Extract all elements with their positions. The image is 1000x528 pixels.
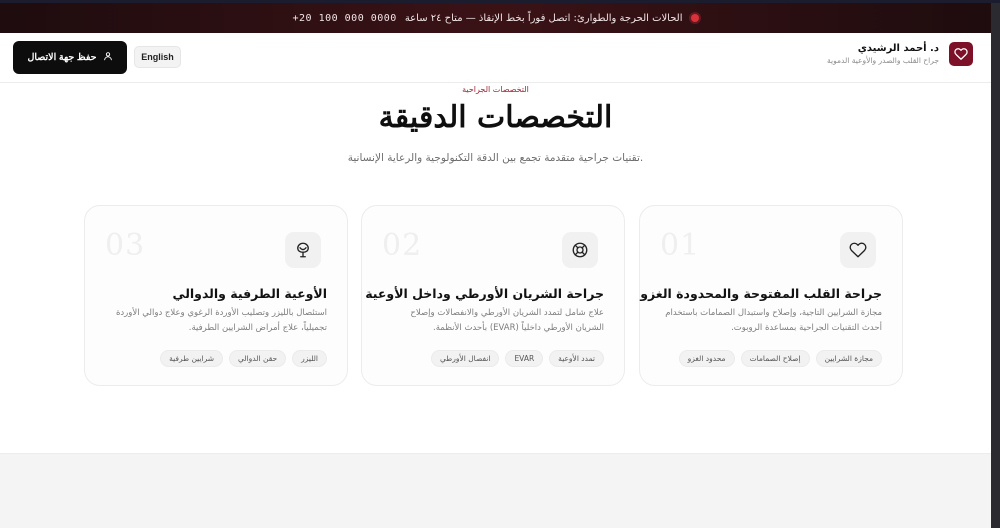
- language-toggle-button[interactable]: English: [134, 46, 181, 68]
- specialty-card-peripheral[interactable]: 03 الأوعية الطرفية والدوالي استئصال بالل…: [84, 205, 348, 386]
- save-contact-label: حفظ جهة الاتصال: [27, 52, 97, 63]
- tag: EVAR: [505, 350, 544, 367]
- specialty-card-cardiac[interactable]: 01 جراحة القلب المفتوحة والمحدودة الغزو …: [639, 205, 903, 386]
- section-eyebrow: التخصصات الجراحية: [462, 85, 529, 94]
- card-title: جراحة القلب المفتوحة والمحدودة الغزو: [640, 286, 882, 301]
- card-description: استئصال بالليزر وتصليب الأوردة الرغوي وع…: [115, 308, 327, 333]
- emergency-text: الحالات الحرجة والطوارئ: اتصل فوراً بخط …: [404, 12, 683, 24]
- card-tags: مجازة الشرايين إصلاح الصمامات محدود الغز…: [678, 350, 882, 367]
- tag: انفصال الأورطي: [431, 350, 500, 367]
- emergency-bar: الحالات الحرجة والطوارئ: اتصل فوراً بخط …: [0, 3, 991, 33]
- tag: تمدد الأوعية: [549, 350, 604, 367]
- user-icon: [103, 51, 113, 64]
- site-header: د. أحمد الرشيدي جراح القلب والصدر والأوع…: [0, 33, 991, 83]
- section-subtitle: تقنيات جراحية متقدمة تجمع بين الدقة التك…: [347, 152, 644, 164]
- card-description: علاج شامل لتمدد الشريان الأورطي والانفصا…: [410, 308, 604, 333]
- specialty-card-aortic[interactable]: 02 جراحة الشريان الأورطي وداخل الأوعية ع…: [361, 205, 625, 386]
- tag: مجازة الشرايين: [815, 350, 882, 367]
- card-number: 01: [660, 228, 701, 263]
- section-title: التخصصات الدقيقة: [378, 100, 613, 135]
- card-number: 03: [105, 228, 146, 263]
- tag: الليزر: [292, 350, 327, 367]
- brand[interactable]: د. أحمد الرشيدي جراح القلب والصدر والأوع…: [827, 42, 973, 66]
- tag: محدود الغزو: [678, 350, 735, 367]
- brand-name: د. أحمد الرشيدي: [857, 43, 939, 54]
- emergency-dot-icon: [690, 14, 699, 22]
- heart-icon: [840, 232, 876, 268]
- emergency-phone[interactable]: +20 100 000 0000: [292, 13, 396, 24]
- card-tags: الليزر حقن الدوالي شرايين طرفية: [160, 350, 327, 367]
- window-scrollbar[interactable]: [991, 3, 1000, 528]
- next-section-band: [0, 453, 991, 528]
- heart-logo-icon: [949, 42, 973, 66]
- brand-subtitle: جراح القلب والصدر والأوعية الدموية: [827, 56, 939, 65]
- card-description: مجازة الشرايين التاجية، وإصلاح واستبدال …: [665, 308, 882, 333]
- tag: إصلاح الصمامات: [740, 350, 810, 367]
- card-title: جراحة الشريان الأورطي وداخل الأوعية: [365, 286, 604, 301]
- lifebuoy-icon: [562, 232, 598, 268]
- vessel-icon: [285, 232, 321, 268]
- save-contact-button[interactable]: حفظ جهة الاتصال: [13, 41, 127, 74]
- card-number: 02: [382, 228, 423, 263]
- tag: شرايين طرفية: [160, 350, 224, 367]
- card-tags: تمدد الأوعية EVAR انفصال الأورطي: [431, 350, 604, 367]
- tag: حقن الدوالي: [229, 350, 287, 367]
- card-title: الأوعية الطرفية والدوالي: [172, 286, 327, 301]
